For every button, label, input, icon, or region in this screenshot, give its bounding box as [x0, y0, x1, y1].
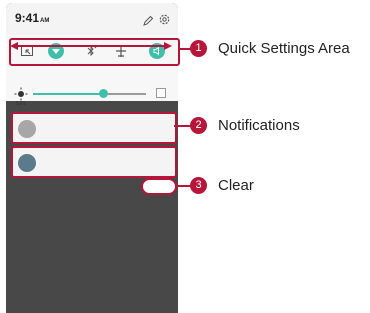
clear-button[interactable]	[141, 178, 177, 195]
pencil-icon[interactable]	[142, 14, 154, 26]
callout-number: 3	[190, 177, 207, 194]
callout-number: 2	[190, 117, 207, 134]
callout-label: Clear	[218, 177, 254, 194]
notification-item[interactable]	[11, 112, 177, 144]
notification-app-icon	[18, 154, 36, 172]
brightness-percent: 62%	[16, 101, 27, 107]
status-bar: 9:41AM	[6, 3, 178, 35]
notification-app-icon	[18, 120, 36, 138]
callout-label: Notifications	[218, 117, 300, 134]
brightness-icon	[14, 87, 28, 101]
phone-screen: 9:41AM 62%	[6, 3, 180, 313]
brightness-slider-fill	[33, 93, 103, 95]
brightness-area	[9, 71, 180, 101]
brightness-slider-thumb[interactable]	[99, 89, 108, 98]
swipe-arrow	[10, 42, 172, 50]
callout-label: Quick Settings Area	[218, 40, 350, 57]
callout-number: 1	[190, 40, 207, 57]
gear-icon[interactable]	[158, 13, 171, 26]
auto-brightness-checkbox[interactable]	[156, 88, 166, 98]
notification-item[interactable]	[11, 146, 177, 178]
clock: 9:41AM	[15, 11, 50, 25]
